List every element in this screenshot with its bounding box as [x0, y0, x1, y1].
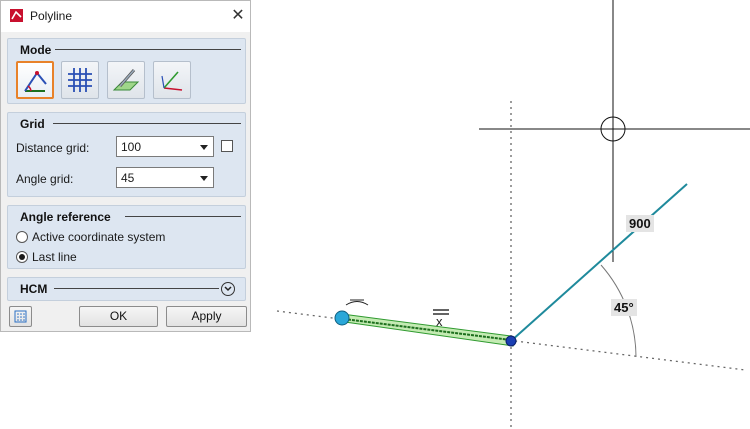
constraint-symbol	[345, 299, 369, 306]
angle-reference-section: Angle reference Active coordinate system…	[7, 205, 246, 269]
angle-grid-select[interactable]: 45	[116, 167, 214, 188]
distance-grid-select[interactable]: 100	[116, 136, 214, 157]
sketch-plane-button[interactable]	[107, 61, 145, 99]
apply-button[interactable]: Apply	[166, 306, 247, 327]
rubberband-line	[510, 183, 688, 342]
start-point[interactable]	[334, 310, 350, 326]
grid-section: Grid Distance grid: 100 Angle grid: 45	[7, 112, 246, 197]
x-marker: x	[436, 314, 443, 329]
mode-title: Mode	[20, 43, 52, 57]
coordinate-axes-button[interactable]	[153, 61, 191, 99]
chevron-down-icon	[224, 286, 232, 292]
angle-grid-value: 45	[121, 171, 135, 185]
section-divider	[55, 49, 241, 50]
grid-button[interactable]	[61, 61, 99, 99]
grid-icon	[68, 68, 92, 92]
distance-grid-checkbox[interactable]	[221, 140, 233, 152]
end-point[interactable]	[505, 335, 517, 347]
grid-dots-icon	[14, 310, 27, 323]
angle-label: 45°	[611, 299, 637, 316]
section-divider	[54, 288, 219, 289]
polyline-angle-button[interactable]	[16, 61, 54, 99]
mode-section: Mode	[7, 38, 246, 104]
expand-button[interactable]	[221, 282, 235, 296]
chevron-down-icon	[200, 145, 208, 150]
grid-title: Grid	[20, 117, 45, 131]
radio-active-coordinate-system[interactable]	[16, 231, 28, 243]
coordinate-axes-icon	[161, 71, 183, 91]
radio-label-active-coordinate-system: Active coordinate system	[32, 230, 166, 244]
chevron-down-icon	[200, 176, 208, 181]
hcm-section: HCM	[7, 277, 246, 301]
sketch-plane-icon	[112, 69, 140, 91]
section-divider	[125, 216, 241, 217]
ok-button[interactable]: OK	[79, 306, 158, 327]
app-icon	[10, 9, 23, 22]
title-bar[interactable]: Polyline ✕	[1, 1, 250, 32]
section-divider	[53, 123, 241, 124]
distance-grid-label: Distance grid:	[16, 141, 90, 155]
angle-reference-title: Angle reference	[20, 210, 111, 224]
polyline-dialog: Polyline ✕ Mode Grid Distance grid: 100 …	[0, 0, 251, 332]
hcm-title: HCM	[20, 282, 48, 296]
polyline-angle-icon	[24, 71, 47, 92]
snap-grid-button[interactable]	[9, 306, 32, 327]
radio-label-last-line: Last line	[32, 250, 77, 264]
distance-grid-value: 100	[121, 140, 142, 154]
dialog-title: Polyline	[30, 9, 73, 23]
length-label: 900	[626, 215, 654, 232]
radio-last-line[interactable]	[16, 251, 28, 263]
angle-grid-label: Angle grid:	[16, 172, 74, 186]
close-icon[interactable]: ✕	[229, 7, 247, 25]
